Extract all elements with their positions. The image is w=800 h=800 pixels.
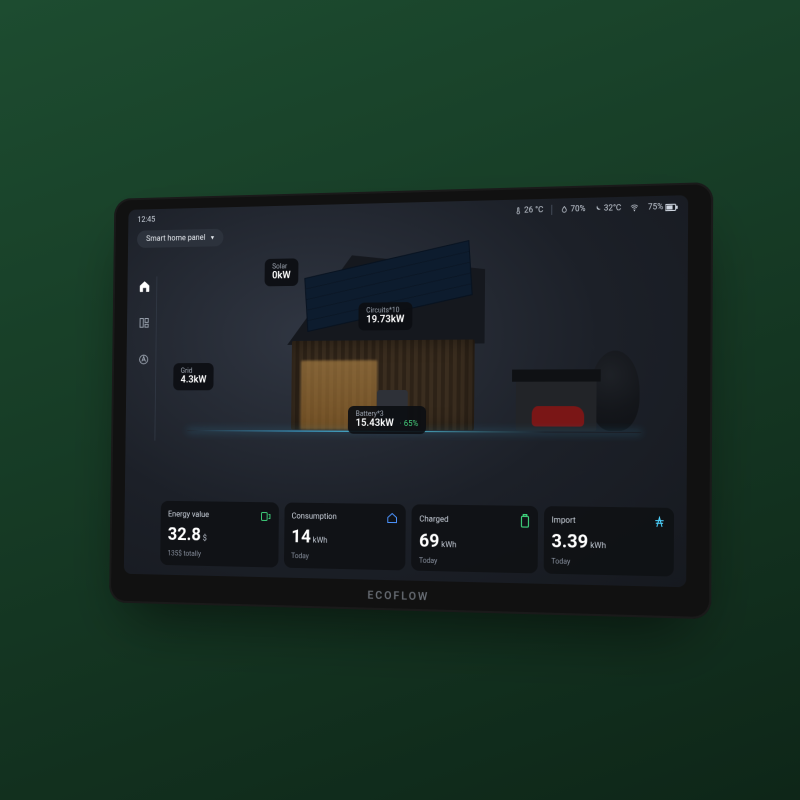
bubble-circuits[interactable]: Circuits*10 19.73kW xyxy=(358,302,412,331)
battery-charging-icon xyxy=(519,514,529,528)
card-energy-value[interactable]: Energy value 32.8 $ 135$ totally xyxy=(160,501,278,568)
stat-cards: Energy value 32.8 $ 135$ totally Consump… xyxy=(160,501,674,577)
thermometer-icon xyxy=(514,207,522,215)
battery-icon xyxy=(665,203,677,211)
status-bar: 12:45 26 °C 70% xyxy=(137,202,677,225)
humidity: 70% xyxy=(560,204,585,214)
panel-selector[interactable]: Smart home panel ▾ xyxy=(137,229,223,248)
tablet-device: 12:45 26 °C 70% xyxy=(109,182,713,619)
bubble-grid[interactable]: Grid 4.3kW xyxy=(173,363,214,391)
leaf-icon xyxy=(260,510,271,522)
nav-home[interactable] xyxy=(135,277,153,297)
house-visual: Solar 0kW Circuits*10 19.73kW Grid 4.3kW… xyxy=(162,231,672,438)
brand-logo: ECOFLOW xyxy=(109,582,711,611)
battery-pct: · 65% xyxy=(400,419,418,428)
nav-layout[interactable] xyxy=(135,313,153,332)
droplet-icon xyxy=(560,205,568,213)
pylon-icon xyxy=(653,516,666,529)
bubble-solar[interactable]: Solar 0kW xyxy=(265,258,299,286)
chevron-down-icon: ▾ xyxy=(211,233,214,241)
moon-icon xyxy=(594,205,602,213)
screen: 12:45 26 °C 70% xyxy=(124,195,688,587)
bubble-battery[interactable]: Battery*3 15.43kW · 65% xyxy=(348,406,426,435)
card-charged[interactable]: Charged 69 kWh Today xyxy=(411,504,538,573)
panel-selector-label: Smart home panel xyxy=(146,233,205,244)
night-temp: 32°C xyxy=(594,203,622,213)
nav-auto[interactable] xyxy=(135,350,153,369)
card-consumption[interactable]: Consumption 14 kWh Today xyxy=(283,503,405,571)
house-icon xyxy=(386,512,398,524)
outdoor-temp: 26 °C xyxy=(514,205,543,215)
wifi-icon xyxy=(629,204,639,212)
clock: 12:45 xyxy=(137,215,155,225)
card-import[interactable]: Import 3.39 kWh Today xyxy=(543,506,674,576)
device-battery: 75% xyxy=(648,202,678,213)
